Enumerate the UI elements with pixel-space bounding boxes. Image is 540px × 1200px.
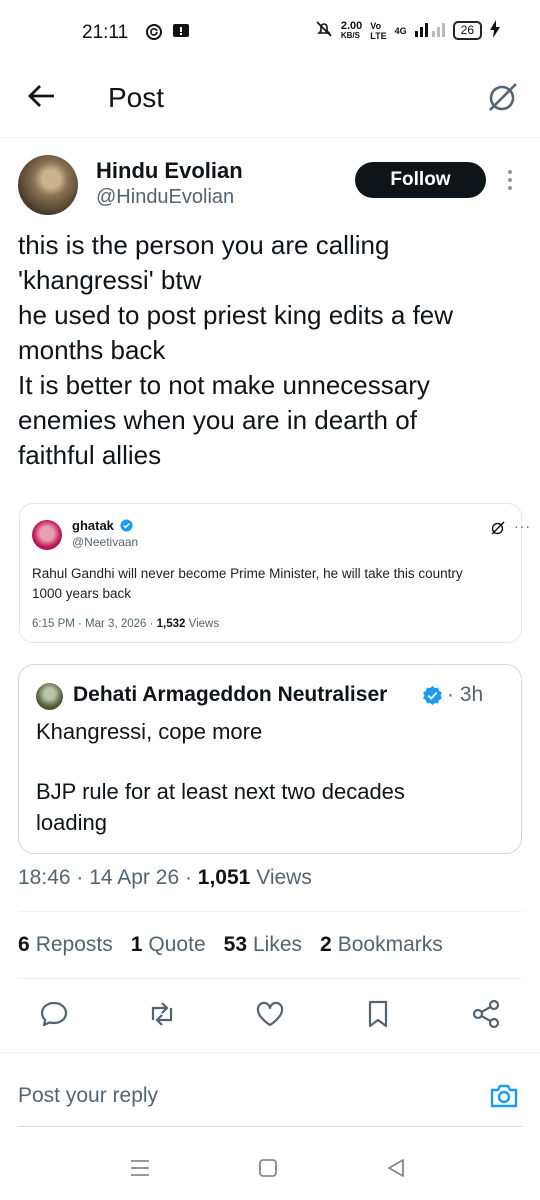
share-icon[interactable] (470, 998, 502, 1030)
mute-icon (315, 20, 333, 41)
post-text: this is the person you are calling 'khan… (18, 228, 518, 473)
author-avatar[interactable] (18, 155, 78, 215)
post-timestamp: 18:46 · 14 Apr 26 · 1,051 Views (18, 866, 312, 889)
likes-stat[interactable]: 53 Likes (224, 933, 302, 957)
reposts-stat[interactable]: 6 Reposts (18, 933, 113, 957)
top-bar: Post (0, 66, 540, 138)
system-nav-bar (0, 1140, 540, 1200)
threads-icon (144, 22, 164, 47)
bookmarks-stat[interactable]: 2 Bookmarks (320, 933, 443, 957)
home-icon[interactable] (256, 1156, 280, 1180)
grok-icon[interactable] (486, 80, 520, 114)
divider (18, 978, 522, 979)
post-text-line: It is better to not make unnecessary (18, 370, 430, 400)
divider (18, 1126, 522, 1127)
menu-icon[interactable] (128, 1156, 152, 1180)
embedded-text: Rahul Gandhi will never become Prime Min… (32, 564, 512, 604)
charging-icon (490, 20, 500, 41)
net-speed: 2.00 KB/S (340, 19, 363, 40)
embedded-text-line: 1000 years back (32, 586, 132, 601)
more-options-icon: ··· (514, 518, 531, 534)
page-title: Post (108, 82, 165, 113)
divider (18, 911, 522, 912)
back-arrow-icon[interactable] (26, 80, 58, 112)
more-options-icon[interactable] (504, 168, 516, 192)
grok-icon (490, 520, 506, 536)
quoted-avatar (36, 683, 63, 710)
verified-icon (119, 519, 133, 532)
notification-icon (172, 22, 190, 45)
status-bar: 21:11 2.00 KB/S Vo LTE 4G 26 (0, 0, 540, 66)
like-icon[interactable] (254, 998, 286, 1030)
action-bar (0, 998, 540, 1038)
embedded-meta: 6:15 PM · Mar 3, 2026 · 1,532 Views (32, 618, 220, 630)
battery-level: 26 (452, 21, 482, 40)
post-text-line: months back (18, 335, 166, 365)
embedded-avatar (32, 520, 62, 550)
post-text-line: he used to post priest king edits a few (18, 300, 454, 330)
volte-indicator: Vo LTE (370, 20, 387, 41)
quoted-text-line: BJP rule for at least next two decades (36, 779, 405, 804)
follow-button[interactable]: Follow (355, 162, 486, 198)
post-text-line: this is the person you are calling (18, 230, 390, 260)
reply-input[interactable]: Post your reply (18, 1084, 158, 1108)
embedded-text-line: Rahul Gandhi will never become Prime Min… (32, 566, 463, 581)
bookmark-icon[interactable] (362, 998, 394, 1030)
back-icon[interactable] (384, 1156, 408, 1180)
quoted-text-line: Khangressi, cope more (36, 719, 263, 744)
camera-icon[interactable] (488, 1080, 520, 1112)
embedded-name: ghatak (72, 518, 133, 533)
embedded-handle: @Neetivaan (72, 535, 139, 549)
reply-icon[interactable] (38, 998, 70, 1030)
quoted-post-card[interactable]: Dehati Armageddon Neutraliser · 3h Khang… (18, 664, 522, 854)
verified-icon (422, 685, 443, 706)
author-handle[interactable]: @HinduEvolian (96, 186, 234, 209)
embedded-image-card[interactable]: ghatak @Neetivaan ··· Rahul Gandhi will … (19, 503, 530, 643)
repost-icon[interactable] (146, 998, 178, 1030)
post-text-line: faithful allies (18, 440, 162, 470)
quoted-author-name: Dehati Armageddon Neutraliser (73, 683, 388, 706)
post-text-line: enemies when you are in dearth of (18, 405, 417, 435)
quoted-text-line: loading (36, 810, 107, 835)
author-name[interactable]: Hindu Evolian (96, 158, 243, 184)
status-time: 21:11 (82, 22, 129, 43)
network-type: 4G (394, 25, 407, 36)
divider (0, 1052, 540, 1053)
engagement-stats: 6 Reposts 1 Quote 53 Likes 2 Bookmarks (18, 933, 443, 957)
quoted-time: · 3h (447, 683, 484, 706)
quotes-stat[interactable]: 1 Quote (131, 933, 206, 957)
signal-icon (414, 21, 445, 40)
post-text-line: 'khangressi' btw (18, 265, 202, 295)
